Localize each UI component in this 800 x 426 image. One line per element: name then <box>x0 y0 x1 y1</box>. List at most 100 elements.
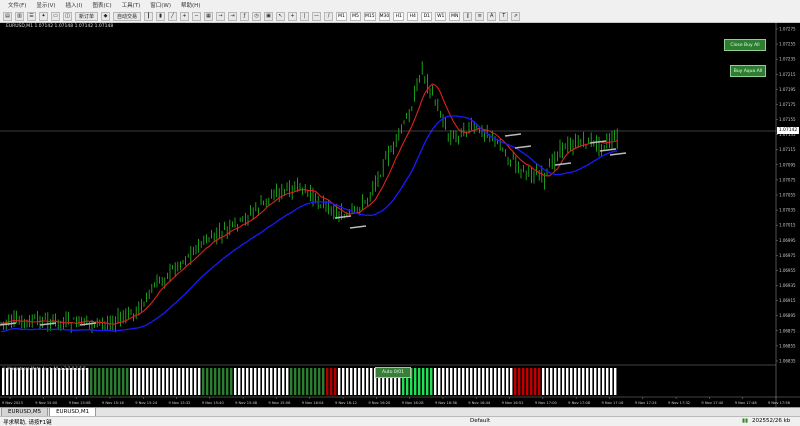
timeframe-d1[interactable]: D1 <box>421 11 433 21</box>
zoom-in-icon[interactable]: + <box>180 11 190 21</box>
new-order-button[interactable]: 新订单 <box>75 11 99 21</box>
tab-eurusd-m5[interactable]: EURUSD,M5 <box>1 407 49 416</box>
timeframe-h4[interactable]: H4 <box>407 11 419 21</box>
tester-icon[interactable]: ◫ <box>63 11 72 21</box>
navigator-icon[interactable]: ✦ <box>39 11 48 21</box>
menu-charts[interactable]: 图表(C) <box>92 1 111 9</box>
close-buy-all-button[interactable]: Close Buy All <box>724 39 766 51</box>
x-tick-label: 9 Nov 15:48 <box>235 401 258 405</box>
price-chart[interactable]: 1.07275 1.07255 1.07235 1.07215 1.07195 1.071… <box>0 23 800 407</box>
y-tick-label: 1.06955 <box>779 268 796 273</box>
indicator-bar <box>550 368 553 395</box>
line-chart-icon[interactable]: ╱ <box>168 11 178 21</box>
level-marker <box>79 322 97 326</box>
timeframe-m30[interactable]: M30 <box>378 11 391 21</box>
metaeditor-icon[interactable]: ◆ <box>101 11 111 21</box>
current-price-label: 1.07142 <box>777 127 799 134</box>
trendline-icon[interactable]: / <box>324 11 334 21</box>
indicator-bar <box>338 368 341 395</box>
zoom-out-icon[interactable]: − <box>192 11 202 21</box>
indicator-bar <box>218 368 221 395</box>
autoscroll-icon[interactable]: → <box>216 11 226 21</box>
menu-tools[interactable]: 工具(T) <box>122 1 141 9</box>
menu-window[interactable]: 窗口(W) <box>150 1 171 9</box>
chart-window[interactable]: 1.07275 1.07255 1.07235 1.07215 1.07195 1.071… <box>0 23 800 407</box>
x-tick-label: 9 Nov 15:40 <box>202 401 225 405</box>
x-tick-label: 9 Nov 16:52 <box>502 401 524 405</box>
indicator-bar <box>614 368 617 395</box>
indicator-bar <box>426 368 429 395</box>
indicator-bar <box>54 368 57 395</box>
indicator-bar <box>270 368 273 395</box>
x-tick-label: 9 Nov 17:08 <box>568 401 591 405</box>
level-marker <box>609 152 627 156</box>
indicator-bar <box>190 368 193 395</box>
autotrade-button[interactable]: 自动交易 <box>113 11 142 21</box>
indicator-bar <box>354 368 357 395</box>
x-tick-label: 9 Nov 2023 <box>2 401 23 405</box>
tab-eurusd-m1[interactable]: EURUSD,M1 <box>49 407 97 416</box>
x-tick-label: 9 Nov 16:04 <box>302 401 325 405</box>
indicator-bar <box>14 368 17 395</box>
indicator-bar <box>102 368 105 395</box>
vline-icon[interactable]: | <box>300 11 310 21</box>
label-icon[interactable]: T <box>499 11 509 21</box>
crosshair-icon[interactable]: + <box>288 11 298 21</box>
text-icon[interactable]: A <box>487 11 497 21</box>
indicator-bar <box>70 368 73 395</box>
indicator-bar <box>266 368 269 395</box>
timeframe-m1[interactable]: M1 <box>336 11 348 21</box>
indicator-bar <box>282 368 285 395</box>
indicator-bar <box>594 368 597 395</box>
periods-icon[interactable]: ◷ <box>252 11 262 21</box>
templates-icon[interactable]: ▣ <box>264 11 274 21</box>
channel-icon[interactable]: ∥ <box>463 11 473 21</box>
indicator-bar <box>42 368 45 395</box>
timeframe-m5[interactable]: M5 <box>350 11 362 21</box>
status-profile: Default <box>470 418 491 424</box>
profiles-icon[interactable]: ▥ <box>15 11 24 21</box>
timeframe-w1[interactable]: W1 <box>435 11 447 21</box>
indicator-button[interactable]: Auto 0/01 <box>375 367 411 378</box>
menu-help[interactable]: 帮助(H) <box>181 1 200 9</box>
chart-tabs: EURUSD,M5 EURUSD,M1 <box>0 407 800 416</box>
hline-icon[interactable]: — <box>312 11 322 21</box>
indicator-bar <box>450 368 453 395</box>
menu-view[interactable]: 显示(V) <box>36 1 55 9</box>
indicator-bar <box>62 368 65 395</box>
new-chart-icon[interactable]: ▤ <box>3 11 12 21</box>
y-tick-label: 1.07015 <box>779 223 796 228</box>
x-tick-label: 9 Nov 15:16 <box>102 401 125 405</box>
new-order-label: 新订单 <box>79 13 95 20</box>
toolbar: ▤ ▥ ☰ ✦ ▭ ◫ 新订单 ◆ 自动交易 ┃ ▮ ╱ + − ▦ → ⇥ ƒ… <box>0 10 800 23</box>
x-tick-label: 9 Nov 17:16 <box>601 401 624 405</box>
indicator-bar <box>498 368 501 395</box>
timeframe-h1[interactable]: H1 <box>393 11 405 21</box>
fibonacci-icon[interactable]: ≡ <box>475 11 485 21</box>
timeframe-mn[interactable]: MN <box>449 11 461 21</box>
indicator-bar <box>370 368 373 395</box>
buy-aqua-all-button[interactable]: Buy Aqua All <box>730 65 766 77</box>
menu-insert[interactable]: 插入(I) <box>66 1 83 9</box>
indicators-icon[interactable]: ƒ <box>240 11 250 21</box>
bar-chart-icon[interactable]: ┃ <box>144 11 154 21</box>
indicator-bar <box>178 368 181 395</box>
indicator-bar <box>234 368 237 395</box>
shift-icon[interactable]: ⇥ <box>228 11 238 21</box>
arrow-icon[interactable]: ⇗ <box>511 11 521 21</box>
indicator-bar <box>294 368 297 395</box>
x-tick-label: 9 Nov 16:12 <box>335 401 357 405</box>
candle-chart-icon[interactable]: ▮ <box>156 11 166 21</box>
market-watch-icon[interactable]: ☰ <box>27 11 36 21</box>
terminal-icon[interactable]: ▭ <box>51 11 60 21</box>
menu-file[interactable]: 文件(F) <box>8 1 26 9</box>
x-tick-label: 9 Nov 16:20 <box>368 401 391 405</box>
indicator-bar <box>330 368 333 395</box>
tile-icon[interactable]: ▦ <box>204 11 214 21</box>
timeframe-m15[interactable]: M15 <box>364 11 376 21</box>
indicator-bar <box>362 368 365 395</box>
indicator-bar <box>570 368 573 395</box>
cursor-icon[interactable]: ↖ <box>276 11 286 21</box>
indicator-bar <box>158 368 161 395</box>
indicator-bar <box>514 368 517 395</box>
